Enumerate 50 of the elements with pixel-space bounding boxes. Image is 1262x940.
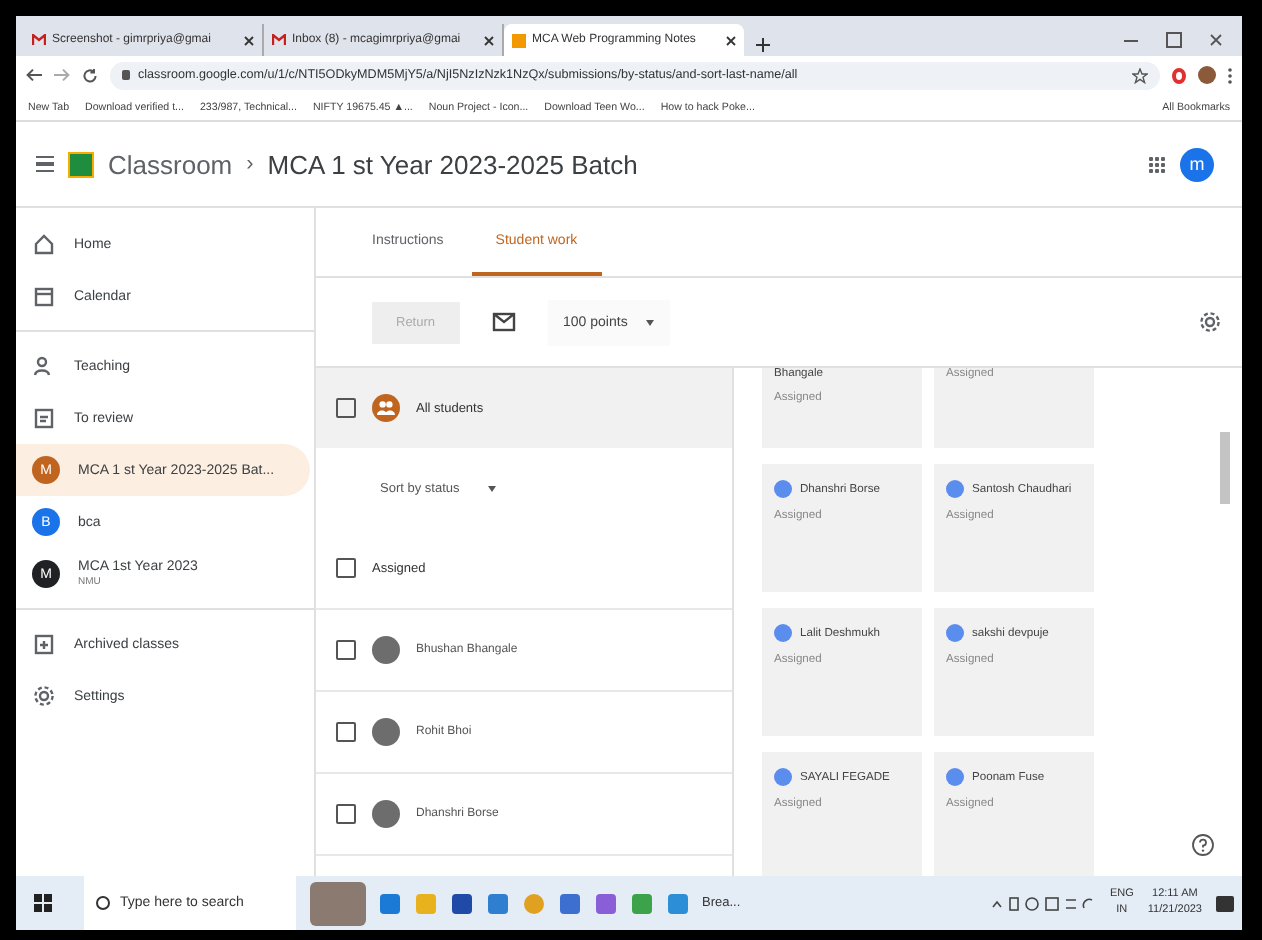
- settings-icon: [32, 684, 56, 708]
- checkbox[interactable]: [336, 804, 356, 824]
- close-icon[interactable]: [484, 35, 494, 45]
- search-icon: [96, 896, 110, 910]
- new-tab-icon[interactable]: [756, 38, 770, 52]
- system-tray-icon[interactable]: [991, 895, 1096, 911]
- close-icon[interactable]: [726, 35, 736, 45]
- back-icon[interactable]: [26, 68, 42, 82]
- classroom-icon: [512, 33, 526, 47]
- avatar: [774, 768, 792, 786]
- account-avatar[interactable]: m: [1180, 147, 1214, 181]
- notification-icon[interactable]: [1216, 895, 1234, 911]
- app-icon[interactable]: [380, 893, 400, 913]
- close-icon[interactable]: [1210, 34, 1222, 46]
- photo-placeholder: [310, 881, 366, 925]
- home-icon: [32, 232, 56, 256]
- star-icon[interactable]: [1132, 67, 1148, 83]
- classroom-logo-icon: [68, 151, 94, 177]
- avatar: [946, 768, 964, 786]
- archive-icon: [32, 632, 56, 656]
- people-icon: [32, 354, 56, 378]
- settings-icon[interactable]: [1198, 310, 1222, 334]
- avatar: [372, 800, 400, 828]
- list-icon: [32, 406, 56, 430]
- lock-icon: [122, 70, 130, 80]
- avatar: [946, 480, 964, 498]
- checkbox[interactable]: [336, 722, 356, 742]
- minimize-icon[interactable]: [1124, 39, 1138, 41]
- breadcrumb-separator: ›: [246, 152, 254, 176]
- calendar-icon: [32, 284, 56, 308]
- menu-icon[interactable]: [36, 156, 54, 172]
- app-title[interactable]: Classroom: [108, 149, 233, 179]
- maximize-icon[interactable]: [1166, 32, 1182, 48]
- app-icon[interactable]: [452, 893, 472, 913]
- avatar: [372, 636, 400, 664]
- avatar-icon[interactable]: [1198, 66, 1216, 84]
- apps-grid-icon[interactable]: [1148, 155, 1166, 173]
- avatar: [372, 718, 400, 746]
- group-icon: [372, 394, 400, 422]
- reload-icon[interactable]: [82, 67, 98, 83]
- avatar: [774, 624, 792, 642]
- help-icon[interactable]: [1192, 834, 1214, 856]
- checkbox[interactable]: [336, 398, 356, 418]
- o-icon[interactable]: [1172, 67, 1186, 83]
- close-icon[interactable]: [244, 35, 254, 45]
- course-title: MCA 1 st Year 2023-2025 Batch: [267, 149, 638, 179]
- checkbox[interactable]: [336, 558, 356, 578]
- avatar: [946, 624, 964, 642]
- avatar: [774, 480, 792, 498]
- checkbox[interactable]: [336, 640, 356, 660]
